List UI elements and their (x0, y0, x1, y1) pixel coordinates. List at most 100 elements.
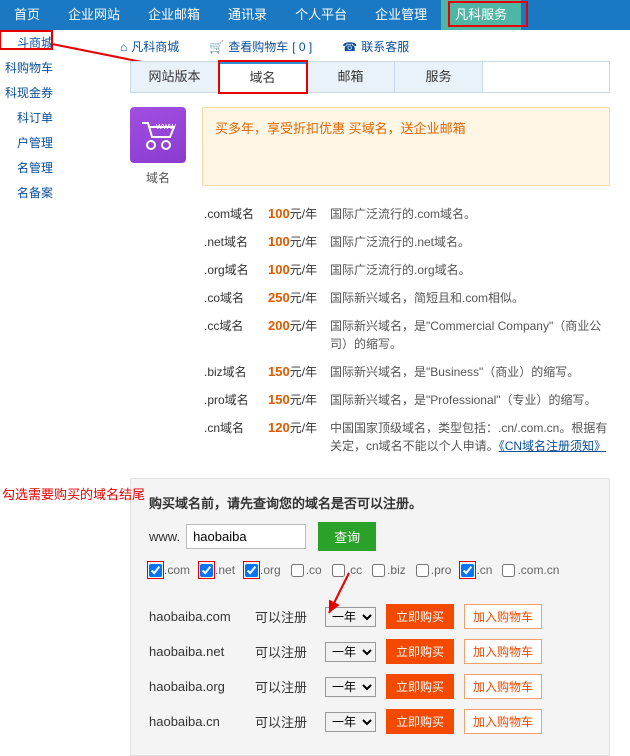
result-row: haobaiba.net可以注册一年立即购买加入购物车 (149, 634, 593, 669)
price-desc: 国际新兴域名，是"Professional"（专业）的缩写。 (330, 391, 610, 409)
domain-header: WWW 域名 买多年，享受折扣优惠 买域名，送企业邮箱 (130, 107, 610, 186)
result-row: haobaiba.cn 可以注册一年立即购买加入购物车 (149, 704, 593, 739)
buy-now-button[interactable]: 立即购买 (386, 604, 454, 629)
tab-domain[interactable]: 域名 (219, 62, 307, 93)
price-val: 100元/年 (268, 233, 322, 250)
tld-checkbox[interactable] (200, 564, 213, 577)
price-desc: 国际新兴域名，简短且和.com相似。 (330, 289, 610, 307)
tld-option[interactable]: .cc (332, 563, 362, 577)
buy-now-button[interactable]: 立即购买 (386, 639, 454, 664)
tld-label: .cn (476, 563, 492, 577)
tab-service[interactable]: 服务 (395, 62, 483, 92)
price-ext: .pro域名 (204, 391, 260, 408)
tld-checkbox[interactable] (149, 564, 162, 577)
sidebar: 斗商城 科购物车 科现金券 科订单 户管理 名管理 名备案 (0, 30, 55, 205)
result-status: 可以注册 (255, 677, 315, 696)
price-row: .cc域名200元/年国际新兴域名，是"Commercial Company"（… (204, 312, 610, 358)
price-desc: 中国国家顶级域名，类型包括：.cn/.com.cn。根据有关定，cn域名不能以个… (330, 419, 610, 455)
year-select[interactable]: 一年 (325, 677, 376, 697)
link-contact-service[interactable]: ☎联系客服 (342, 38, 409, 55)
sidebar-beian[interactable]: 名备案 (0, 180, 55, 205)
tld-checkbox[interactable] (372, 564, 385, 577)
price-row: .pro域名 150元/年国际新兴域名，是"Professional"（专业）的缩… (204, 386, 610, 414)
tld-checkbox[interactable] (416, 564, 429, 577)
headset-icon: ☎ (342, 40, 357, 54)
nav-services[interactable]: 凡科服务 (441, 0, 521, 30)
add-to-cart-button[interactable]: 加入购物车 (464, 604, 542, 629)
domain-search-input[interactable] (186, 524, 306, 549)
result-domain: haobaiba.com (149, 609, 245, 624)
year-select[interactable]: 一年 (325, 712, 376, 732)
tld-label: .com (164, 563, 190, 577)
result-domain: haobaiba.net (149, 644, 245, 659)
year-select[interactable]: 一年 (325, 607, 376, 627)
result-domain: haobaiba.cn (149, 714, 245, 729)
tld-option[interactable]: .biz (372, 563, 406, 577)
annotation-text: 勾选需要购买的域名结尾 (2, 484, 145, 503)
add-to-cart-button[interactable]: 加入购物车 (464, 674, 542, 699)
search-button[interactable]: 查询 (318, 522, 376, 551)
price-ext: .com域名 (204, 205, 260, 222)
tld-checkbox[interactable] (502, 564, 515, 577)
tab-email[interactable]: 邮箱 (307, 62, 395, 92)
tld-checkbox[interactable] (461, 564, 474, 577)
tld-label: .org (260, 563, 281, 577)
promo-banner: 买多年，享受折扣优惠 买域名，送企业邮箱 (202, 107, 610, 186)
result-status: 可以注册 (255, 607, 315, 626)
nav-mail[interactable]: 企业邮箱 (134, 0, 214, 30)
add-to-cart-button[interactable]: 加入购物车 (464, 639, 542, 664)
sidebar-account[interactable]: 户管理 (0, 130, 55, 155)
tld-label: .biz (387, 563, 406, 577)
price-row: .co域名250元/年国际新兴域名，简短且和.com相似。 (204, 284, 610, 312)
tld-option[interactable]: .com.cn (502, 563, 559, 577)
price-val: 150元/年 (268, 391, 322, 408)
nav-contacts[interactable]: 通讯录 (214, 0, 281, 30)
tld-option[interactable]: .net (200, 563, 235, 577)
search-line: www. 查询 (149, 522, 593, 551)
sub-nav: ⌂凡科商城 🛒查看购物车 [ 0 ] ☎联系客服 (120, 30, 630, 61)
sidebar-orders[interactable]: 科订单 (0, 105, 55, 130)
nav-personal[interactable]: 个人平台 (281, 0, 361, 30)
nav-site[interactable]: 企业网站 (54, 0, 134, 30)
price-desc: 国际新兴域名，是"Business"（商业）的缩写。 (330, 363, 610, 381)
tld-label: .pro (431, 563, 452, 577)
product-tabs: 网站版本 域名 邮箱 服务 (130, 61, 610, 93)
tab-site-version[interactable]: 网站版本 (131, 62, 219, 92)
price-val: 250元/年 (268, 289, 322, 306)
tld-checkbox[interactable] (245, 564, 258, 577)
tld-option[interactable]: .co (291, 563, 322, 577)
sidebar-mall[interactable]: 斗商城 (0, 30, 55, 55)
link-mall[interactable]: ⌂凡科商城 (120, 38, 179, 55)
home-icon: ⌂ (120, 40, 127, 54)
price-row: .cn域名120元/年中国国家顶级域名，类型包括：.cn/.com.cn。根据有… (204, 414, 610, 460)
buy-now-button[interactable]: 立即购买 (386, 709, 454, 734)
nav-home[interactable]: 首页 (0, 0, 54, 30)
tld-option[interactable]: .com (149, 563, 190, 577)
cn-notice-link[interactable]: 《CN域名注册须知》 (499, 439, 606, 453)
result-domain: haobaiba.org (149, 679, 245, 694)
price-desc: 国际广泛流行的.org域名。 (330, 261, 610, 279)
year-select[interactable]: 一年 (325, 642, 376, 662)
cart-icon: 🛒 (209, 40, 224, 54)
price-ext: .net域名 (204, 233, 260, 250)
tld-label: .cc (347, 563, 362, 577)
tld-option[interactable]: .cn (461, 563, 492, 577)
tld-label: .com.cn (517, 563, 559, 577)
tld-checkbox[interactable] (291, 564, 304, 577)
price-desc: 国际广泛流行的.com域名。 (330, 205, 610, 223)
tld-option[interactable]: .org (245, 563, 281, 577)
price-ext: .biz域名 (204, 363, 260, 380)
sidebar-domainmgr[interactable]: 名管理 (0, 155, 55, 180)
result-status: 可以注册 (255, 712, 315, 731)
nav-enterprise[interactable]: 企业管理 (361, 0, 441, 30)
domain-icon-label: 域名 (130, 169, 186, 186)
link-view-cart[interactable]: 🛒查看购物车 [ 0 ] (209, 38, 312, 55)
price-val: 100元/年 (268, 205, 322, 222)
tld-option[interactable]: .pro (416, 563, 452, 577)
tld-checkbox[interactable] (332, 564, 345, 577)
price-val: 100元/年 (268, 261, 322, 278)
sidebar-cart[interactable]: 科购物车 (0, 55, 55, 80)
buy-now-button[interactable]: 立即购买 (386, 674, 454, 699)
add-to-cart-button[interactable]: 加入购物车 (464, 709, 542, 734)
sidebar-coupon[interactable]: 科现金券 (0, 80, 55, 105)
